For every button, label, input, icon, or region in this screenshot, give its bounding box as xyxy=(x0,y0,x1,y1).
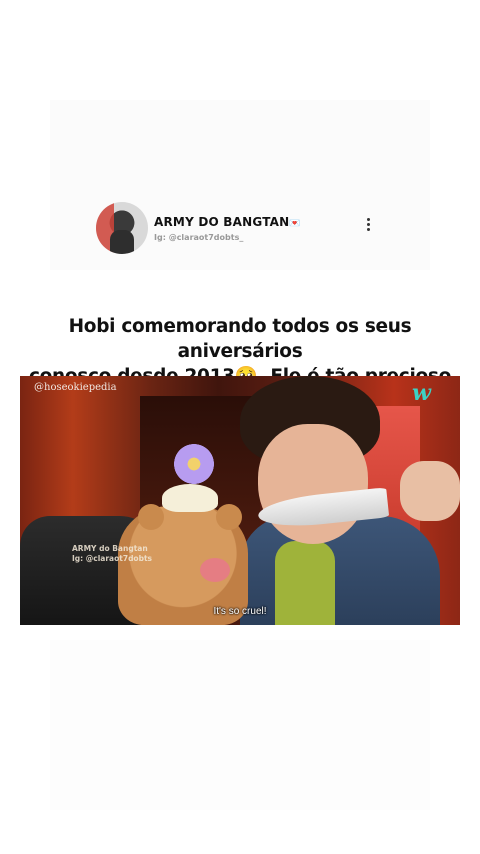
avatar[interactable] xyxy=(96,202,148,254)
vertical-ellipsis-icon[interactable] xyxy=(360,213,376,235)
person-face xyxy=(258,424,368,544)
caption-line-1: Hobi comemorando todos os seus aniversár… xyxy=(68,316,412,362)
cake-cream xyxy=(162,484,218,512)
photo-overlay-credit: ARMY do Bangtan Ig: @claraot7dobts xyxy=(72,544,152,564)
photo-watermark: @hoseokiepedia xyxy=(34,382,117,393)
weverse-logo-icon: w xyxy=(412,380,431,406)
overlay-credit-line-2: Ig: @claraot7dobts xyxy=(72,554,153,563)
cake-flower xyxy=(174,444,214,484)
account-handle: Ig: @claraot7dobts_ xyxy=(154,232,244,242)
video-subtitle: It's so cruel! xyxy=(213,606,267,617)
account-name-text[interactable]: ARMY DO BANGTAN xyxy=(154,215,289,229)
post-photo[interactable]: @hoseokiepedia w ARMY do Bangtan Ig: @cl… xyxy=(20,376,460,625)
account-name[interactable]: ARMY DO BANGTAN💌 xyxy=(154,215,301,229)
overlay-credit-line-1: ARMY do Bangtan xyxy=(72,544,148,553)
post-header: ARMY DO BANGTAN💌 Ig: @claraot7dobts_ xyxy=(96,200,396,256)
account-info: ARMY DO BANGTAN💌 Ig: @claraot7dobts_ xyxy=(154,215,301,242)
envelope-heart-icon: 💌 xyxy=(289,218,301,229)
cake-ear-left xyxy=(138,504,164,530)
person-hand xyxy=(400,461,460,521)
post-footer-background xyxy=(50,640,430,810)
cake-cheek xyxy=(200,558,230,582)
cake-ear-right xyxy=(216,504,242,530)
